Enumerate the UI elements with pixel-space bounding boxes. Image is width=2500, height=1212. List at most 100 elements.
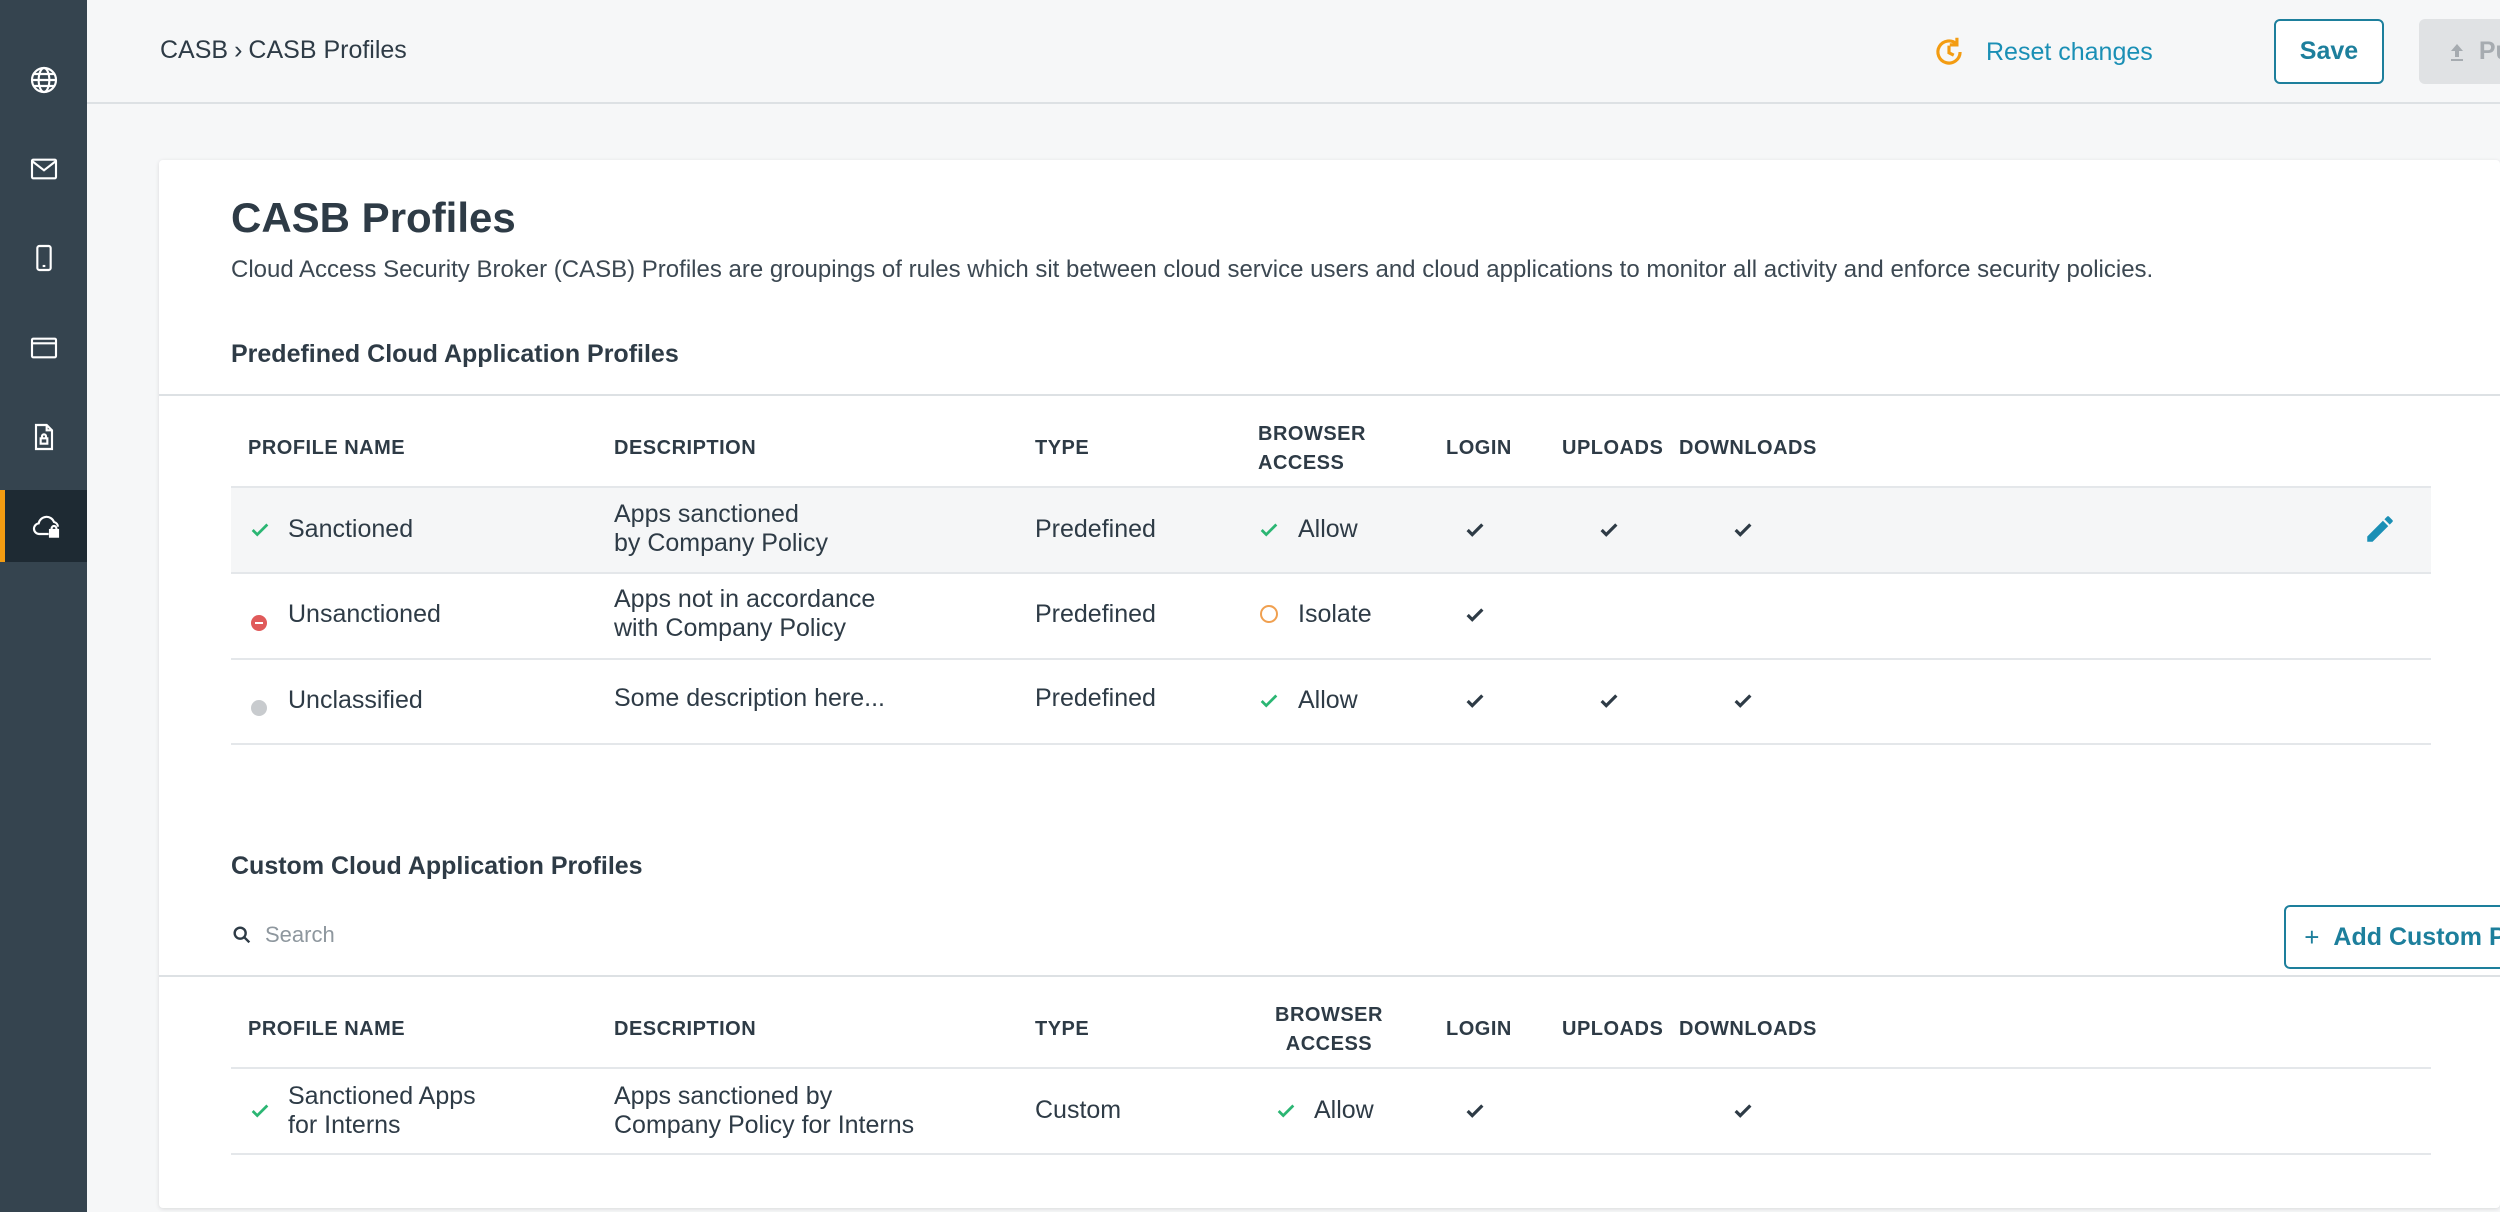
- profiles-card: CASB Profiles Cloud Access Security Brok…: [159, 160, 2500, 1208]
- downloads-check-icon: [1734, 694, 1752, 708]
- login-check-icon: [1466, 694, 1484, 708]
- browser-access-value: Allow: [1298, 515, 1358, 543]
- sidebar-item-casb[interactable]: [0, 490, 87, 562]
- login-check-icon: [1466, 608, 1484, 622]
- top-bar: CASB›CASB Profiles Reset changes Save Pu…: [87, 0, 2500, 104]
- row-divider: [231, 658, 2431, 660]
- description-line: Apps sanctioned: [614, 500, 799, 528]
- page-title: CASB Profiles: [231, 194, 516, 241]
- breadcrumb: CASB › CASB Profiles: [160, 36, 407, 65]
- profile-type: Custom: [1035, 1096, 1122, 1124]
- col-header-description[interactable]: DESCRIPTION: [614, 434, 756, 463]
- description-line: Company Policy for Interns: [614, 1111, 915, 1139]
- uploads-check-icon: [1600, 523, 1618, 537]
- sidebar-item-email[interactable]: [0, 133, 87, 205]
- col-header-browser-access[interactable]: BROWSER ACCESS: [1258, 420, 1366, 478]
- description-line: with Company Policy: [614, 614, 847, 642]
- description-line: Apps sanctioned by: [614, 1082, 833, 1110]
- profile-name[interactable]: Unclassified: [288, 686, 423, 715]
- isolate-icon: [1260, 605, 1278, 623]
- breadcrumb-root[interactable]: CASB: [160, 36, 228, 64]
- col-header-type[interactable]: TYPE: [1035, 434, 1089, 463]
- breadcrumb-separator: ›: [234, 36, 243, 64]
- globe-icon: [30, 66, 57, 94]
- profile-name-line: Sanctioned Apps: [288, 1082, 476, 1110]
- profile-description: Some description here...: [614, 684, 885, 712]
- sanctioned-status-icon: [251, 1104, 269, 1118]
- custom-section-title: Custom Cloud Application Profiles: [231, 852, 643, 880]
- add-custom-profile-label: Add Custom Profile: [2333, 922, 2500, 951]
- col-header-browser-line1: BROWSER: [1258, 423, 1366, 445]
- predefined-section-title: Predefined Cloud Application Profiles: [231, 340, 679, 368]
- search-box[interactable]: Search: [231, 922, 335, 948]
- browser-access-value: Allow: [1314, 1096, 1374, 1124]
- col-header-uploads[interactable]: UPLOADS: [1562, 1015, 1663, 1044]
- col-header-type[interactable]: TYPE: [1035, 1015, 1089, 1044]
- profile-name[interactable]: Unsanctioned: [288, 600, 441, 629]
- publish-label: Publish: [2478, 37, 2500, 65]
- sidebar-item-documents[interactable]: [0, 401, 87, 473]
- section-divider: [159, 975, 2500, 977]
- description-line: Apps not in accordance: [614, 585, 876, 613]
- downloads-check-icon: [1734, 1104, 1752, 1118]
- search-icon: [233, 926, 251, 944]
- breadcrumb-current: CASB Profiles: [248, 36, 407, 64]
- secure-document-icon: [34, 423, 53, 451]
- col-header-browser-access[interactable]: BROWSER ACCESS: [1275, 1001, 1383, 1059]
- browser-access-value: Allow: [1298, 686, 1358, 714]
- section-divider: [159, 394, 2500, 396]
- col-header-browser-line1: BROWSER: [1275, 1004, 1383, 1026]
- profile-name-line: for Interns: [288, 1111, 401, 1139]
- sidebar: [0, 0, 87, 1212]
- save-button[interactable]: Save: [2274, 19, 2384, 84]
- sidebar-item-mobile[interactable]: [0, 222, 87, 294]
- allow-icon: [1260, 523, 1278, 537]
- add-custom-profile-button[interactable]: + Add Custom Profile: [2284, 905, 2500, 969]
- profile-type: Predefined: [1035, 515, 1156, 543]
- downloads-check-icon: [1734, 523, 1752, 537]
- description-line: by Company Policy: [614, 529, 828, 557]
- profile-type: Predefined: [1035, 684, 1156, 712]
- page-description: Cloud Access Security Broker (CASB) Prof…: [231, 256, 2154, 283]
- row-divider: [231, 1153, 2431, 1155]
- col-header-browser-line2: ACCESS: [1285, 1033, 1373, 1055]
- profile-description: Apps sanctioned by Company Policy for In…: [614, 1082, 914, 1140]
- reset-changes-button[interactable]: Reset changes: [1930, 30, 2153, 74]
- reset-changes-label: Reset changes: [1986, 37, 2153, 66]
- sidebar-item-web[interactable]: [0, 44, 87, 116]
- login-check-icon: [1466, 523, 1484, 537]
- browser-window-icon: [30, 337, 57, 359]
- search-input[interactable]: Search: [265, 922, 335, 948]
- col-header-profile-name[interactable]: PROFILE NAME: [248, 1015, 405, 1044]
- reset-icon: [1936, 37, 1962, 65]
- sanctioned-status-icon: [251, 523, 269, 537]
- row-divider: [231, 743, 2431, 745]
- header-divider: [231, 1067, 2431, 1069]
- col-header-browser-line2: ACCESS: [1258, 452, 1345, 474]
- mobile-icon: [35, 244, 52, 272]
- allow-icon: [1277, 1104, 1295, 1118]
- browser-access-value: Isolate: [1298, 600, 1372, 628]
- profile-type: Predefined: [1035, 600, 1156, 628]
- profile-description: Apps not in accordance with Company Poli…: [614, 585, 875, 643]
- col-header-profile-name[interactable]: PROFILE NAME: [248, 434, 405, 463]
- col-header-description[interactable]: DESCRIPTION: [614, 1015, 756, 1044]
- unclassified-status-icon: [251, 700, 267, 716]
- login-check-icon: [1466, 1104, 1484, 1118]
- uploads-check-icon: [1600, 694, 1618, 708]
- profile-name[interactable]: Sanctioned: [288, 515, 413, 544]
- profile-name[interactable]: Sanctioned Apps for Interns: [288, 1082, 476, 1140]
- col-header-downloads[interactable]: DOWNLOADS: [1679, 1015, 1817, 1044]
- cloud-lock-icon: [32, 515, 60, 538]
- col-header-login[interactable]: LOGIN: [1446, 434, 1512, 463]
- col-header-uploads[interactable]: UPLOADS: [1562, 434, 1663, 463]
- publish-button[interactable]: Publish: [2419, 19, 2500, 84]
- edit-pencil-icon[interactable]: [2363, 512, 2397, 546]
- sidebar-item-browser[interactable]: [0, 312, 87, 384]
- plus-icon: +: [2304, 921, 2320, 952]
- col-header-login[interactable]: LOGIN: [1446, 1015, 1512, 1044]
- profile-description: Apps sanctioned by Company Policy: [614, 500, 828, 558]
- col-header-downloads[interactable]: DOWNLOADS: [1679, 434, 1817, 463]
- allow-icon: [1260, 694, 1278, 708]
- upload-icon: [2450, 43, 2463, 61]
